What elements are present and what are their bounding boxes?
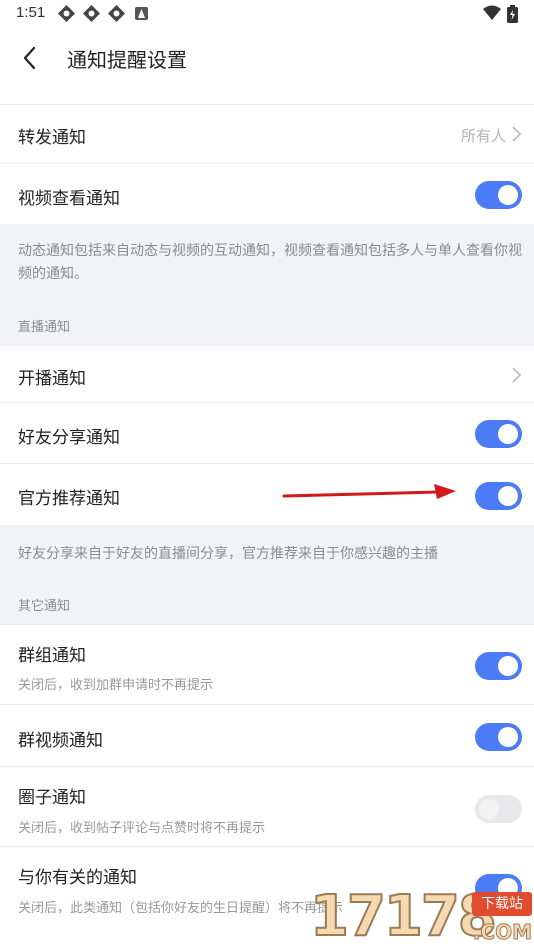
chevron-right-icon xyxy=(510,366,522,384)
official-recommend-toggle[interactable] xyxy=(475,482,522,510)
back-arrow-icon[interactable] xyxy=(18,42,44,74)
row-label: 群视频通知 xyxy=(18,731,103,751)
battery-icon xyxy=(507,5,518,27)
notification-icon xyxy=(133,5,150,22)
row-sublabel: 关闭后，收到加群申请时不再提示 xyxy=(18,678,214,693)
app-icon xyxy=(58,5,75,22)
row-label: 群组通知 xyxy=(18,646,86,666)
section-label-live: 直播通知 xyxy=(18,320,71,335)
watermark-digits: 17178 xyxy=(309,883,498,950)
app-header: 通知提醒设置 xyxy=(0,28,534,104)
page-title: 通知提醒设置 xyxy=(67,48,187,72)
row-value: 所有人 xyxy=(460,127,506,145)
row-video-view-notification: 视频查看通知 xyxy=(0,163,534,224)
group1-note: 动态通知包括来自动态与视频的互动通知，视频查看通知包括多人与单人查看你视频的通知… xyxy=(18,243,522,282)
video-view-toggle[interactable] xyxy=(475,181,522,209)
status-time: 1:51 xyxy=(16,4,46,21)
row-friend-share-notification: 好友分享通知 xyxy=(0,402,534,463)
row-label: 转发通知 xyxy=(18,128,86,148)
row-group-notification: 群组通知 关闭后，收到加群申请时不再提示 xyxy=(0,624,534,704)
row-label: 好友分享通知 xyxy=(18,428,120,448)
row-label: 圈子通知 xyxy=(18,788,86,808)
status-app-icons xyxy=(58,5,150,22)
group-notification-toggle[interactable] xyxy=(475,652,522,680)
friend-share-toggle[interactable] xyxy=(475,420,522,448)
status-right-icons xyxy=(483,5,518,27)
circle-notification-toggle[interactable] xyxy=(475,795,522,823)
watermark-domain: .COM xyxy=(472,920,532,945)
row-sublabel: 关闭后，收到帖子评论与点赞时将不再提示 xyxy=(18,821,266,836)
row-group-video-notification: 群视频通知 xyxy=(0,704,534,766)
row-label: 视频查看通知 xyxy=(18,189,120,209)
row-label: 开播通知 xyxy=(18,369,86,389)
watermark-logo: 17178 下载站 .COM xyxy=(309,883,534,950)
row-forward-notification[interactable]: 转发通知 所有人 xyxy=(0,104,534,163)
status-bar: 1:51 xyxy=(0,0,534,28)
row-label: 官方推荐通知 xyxy=(18,489,120,509)
group-share-notifications: 转发通知 所有人 视频查看通知 xyxy=(0,104,534,224)
row-sublabel: 关闭后，此类通知（包括你好友的生日提醒）将不再提示 xyxy=(18,901,344,916)
row-start-live-notification[interactable]: 开播通知 xyxy=(0,345,534,402)
group-video-toggle[interactable] xyxy=(475,723,522,751)
app-icon xyxy=(83,5,100,22)
row-circle-notification: 圈子通知 关闭后，收到帖子评论与点赞时将不再提示 xyxy=(0,766,534,846)
app-icon xyxy=(108,5,125,22)
annotation-arrow-icon xyxy=(282,484,456,499)
chevron-right-icon xyxy=(510,125,522,143)
watermark-badge: 下载站 xyxy=(472,892,532,916)
live-note: 好友分享来自于好友的直播间分享，官方推荐来自于你感兴趣的主播 xyxy=(18,546,438,562)
section-label-other: 其它通知 xyxy=(18,599,71,614)
row-label: 与你有关的通知 xyxy=(18,868,137,888)
wifi-icon xyxy=(483,5,501,27)
